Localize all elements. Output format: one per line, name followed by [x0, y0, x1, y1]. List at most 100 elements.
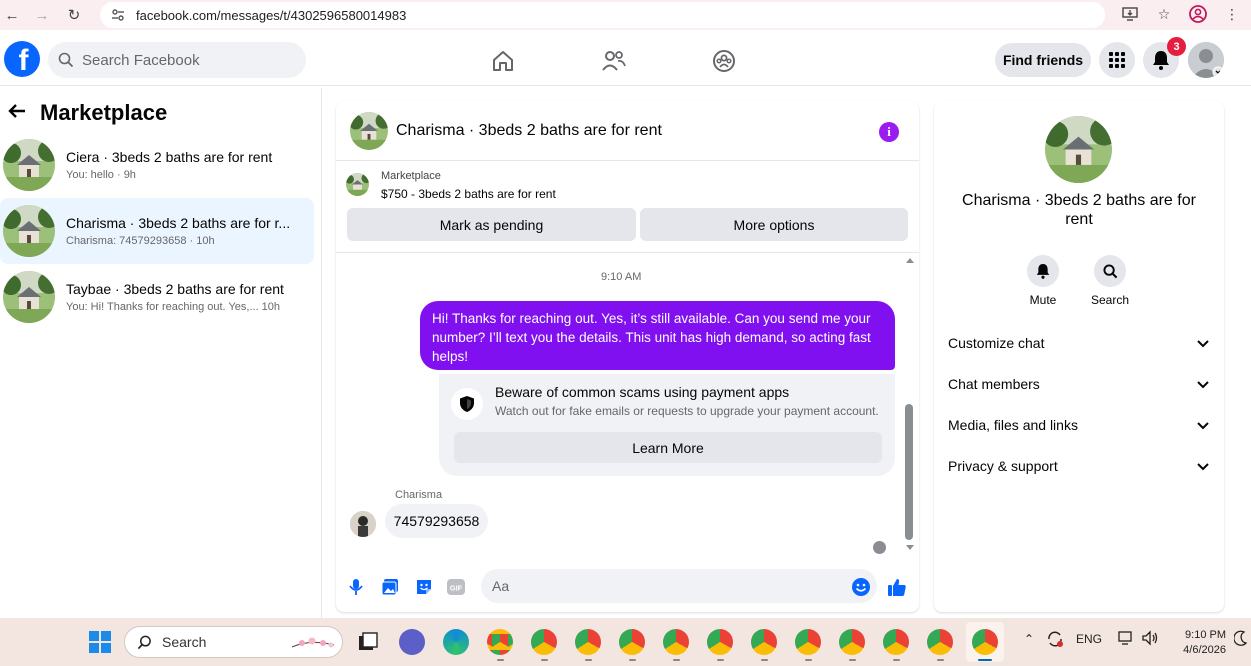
chat-title[interactable]: Charisma · 3beds 2 baths are for rent: [396, 122, 662, 140]
search-icon[interactable]: [1094, 255, 1126, 287]
taskbar-clock[interactable]: 9:10 PM 4/6/2026: [1170, 628, 1226, 658]
chrome-profile-9-icon[interactable]: [839, 629, 865, 655]
sidebar-header: Marketplace: [8, 100, 167, 126]
chrome-profile-10-icon[interactable]: [883, 629, 909, 655]
search-action[interactable]: Search: [1080, 255, 1140, 307]
chat-members-row[interactable]: Chat members: [948, 370, 1210, 398]
customize-chat-row[interactable]: Customize chat: [948, 329, 1210, 357]
house-listing-thumbnail: [3, 271, 55, 323]
edge-browser-icon[interactable]: [443, 629, 469, 655]
show-hidden-icons-chevron-icon[interactable]: ⌃: [1024, 632, 1034, 646]
message-input[interactable]: [481, 569, 877, 603]
chat-header: Charisma · 3beds 2 baths are for rent i: [336, 101, 919, 161]
groups-icon[interactable]: [711, 48, 737, 74]
microphone-icon[interactable]: [346, 577, 366, 597]
notification-count-badge: 3: [1167, 37, 1186, 56]
chrome-profile-8-icon[interactable]: [795, 629, 821, 655]
menu-grid-icon[interactable]: [1099, 42, 1135, 78]
chrome-profile-5-icon[interactable]: [663, 629, 689, 655]
chevron-down-icon: [1197, 463, 1209, 471]
friends-icon[interactable]: [601, 48, 627, 74]
notifications-moon-icon[interactable]: [1233, 630, 1248, 649]
row-label: Customize chat: [948, 335, 1045, 351]
chrome-profile-3-icon[interactable]: [575, 629, 601, 655]
task-view-icon[interactable]: [355, 629, 381, 655]
windows-start-icon[interactable]: [89, 631, 111, 653]
shield-icon: [451, 388, 483, 420]
mark-as-pending-button[interactable]: Mark as pending: [347, 208, 636, 241]
network-icon[interactable]: [1118, 630, 1134, 649]
running-indicator: [497, 659, 504, 661]
forward-arrow-icon[interactable]: →: [30, 3, 54, 27]
listing-price-title[interactable]: $750 - 3beds 2 baths are for rent: [381, 187, 556, 201]
install-app-icon[interactable]: [1119, 3, 1141, 25]
mute-action[interactable]: Mute: [1013, 255, 1073, 307]
profile-icon[interactable]: [1187, 3, 1209, 25]
listing-thumbnail[interactable]: [346, 173, 369, 196]
read-receipt-avatar: [873, 541, 886, 554]
gif-icon[interactable]: GIF: [446, 577, 466, 597]
conversation-title: Ciera · 3beds 2 baths are for rent: [66, 149, 273, 165]
incoming-message-bubble[interactable]: 74579293658: [385, 504, 488, 538]
thumbs-up-icon[interactable]: [887, 577, 907, 597]
conversation-item-ciera[interactable]: Ciera · 3beds 2 baths are for rent You: …: [0, 132, 314, 198]
chrome-profile-1-icon[interactable]: [487, 629, 513, 655]
chrome-profile-2-icon[interactable]: [531, 629, 557, 655]
conversation-preview: You: Hi! Thanks for reaching out. Yes,..…: [66, 301, 281, 313]
conversation-item-charisma[interactable]: Charisma · 3beds 2 baths are for r... Ch…: [0, 198, 314, 264]
details-listing-avatar[interactable]: [1045, 116, 1112, 183]
learn-more-button[interactable]: Learn More: [454, 432, 882, 463]
chat-app-icon[interactable]: [399, 629, 425, 655]
back-arrow-icon[interactable]: ←: [0, 3, 24, 27]
logo-letter: f: [18, 44, 29, 77]
browser-menu-icon[interactable]: ⋮: [1221, 3, 1243, 25]
message-timestamp: 9:10 AM: [601, 271, 642, 283]
emoji-icon[interactable]: [851, 577, 871, 597]
find-friends-button[interactable]: Find friends: [995, 43, 1091, 77]
privacy-support-row[interactable]: Privacy & support: [948, 452, 1210, 480]
chat-scrollbar-thumb[interactable]: [905, 404, 913, 540]
site-settings-icon[interactable]: [110, 7, 126, 23]
message-composer: GIF: [336, 563, 919, 611]
running-indicator: [805, 659, 812, 661]
more-options-button[interactable]: More options: [640, 208, 908, 241]
marketplace-conversations-pane: Marketplace Ciera · 3beds 2 baths are fo…: [0, 88, 322, 618]
sticker-icon[interactable]: [414, 577, 434, 597]
bell-icon[interactable]: [1027, 255, 1059, 287]
media-files-links-row[interactable]: Media, files and links: [948, 411, 1210, 439]
url-text[interactable]: facebook.com/messages/t/4302596580014983: [136, 8, 406, 23]
reload-icon[interactable]: ↻: [62, 3, 86, 27]
running-indicator: [893, 659, 900, 661]
chrome-active-icon[interactable]: [972, 629, 998, 655]
chat-window: Charisma · 3beds 2 baths are for rent i …: [336, 101, 919, 612]
chevron-down-icon: [1197, 422, 1209, 430]
photo-icon[interactable]: [380, 577, 400, 597]
facebook-logo-icon[interactable]: f: [4, 41, 40, 77]
chrome-profile-4-icon[interactable]: [619, 629, 645, 655]
volume-icon[interactable]: [1141, 630, 1159, 649]
language-indicator[interactable]: ENG: [1076, 632, 1102, 646]
back-arrow-icon[interactable]: [8, 102, 28, 125]
outgoing-message-bubble[interactable]: Hi! Thanks for reaching out. Yes, it’s s…: [420, 301, 895, 370]
chrome-profile-6-icon[interactable]: [707, 629, 733, 655]
info-icon[interactable]: i: [879, 122, 899, 142]
address-bar[interactable]: facebook.com/messages/t/4302596580014983: [100, 2, 1105, 28]
sender-avatar[interactable]: [350, 511, 376, 537]
chat-listing-thumbnail[interactable]: [350, 111, 388, 150]
conversation-item-taybae[interactable]: Taybae · 3beds 2 baths are for rent You:…: [0, 264, 314, 330]
search-placeholder: Search Facebook: [82, 51, 200, 69]
gif-label: GIF: [450, 584, 463, 593]
chrome-profile-7-icon[interactable]: [751, 629, 777, 655]
bookmark-star-icon[interactable]: ☆: [1153, 3, 1175, 25]
chrome-profile-11-icon[interactable]: [927, 629, 953, 655]
running-indicator: [585, 659, 592, 661]
home-icon[interactable]: [490, 48, 516, 74]
account-avatar[interactable]: [1188, 42, 1224, 78]
scam-warning-subtitle: Watch out for fake emails or requests to…: [495, 404, 879, 418]
row-label: Privacy & support: [948, 458, 1058, 474]
sync-icon[interactable]: [1046, 630, 1064, 651]
facebook-search-input[interactable]: Search Facebook: [48, 42, 306, 78]
house-listing-thumbnail: [3, 205, 55, 257]
taskbar-search[interactable]: Search: [124, 626, 343, 658]
browser-toolbar: ← → ↻ facebook.com/messages/t/4302596580…: [0, 0, 1251, 30]
